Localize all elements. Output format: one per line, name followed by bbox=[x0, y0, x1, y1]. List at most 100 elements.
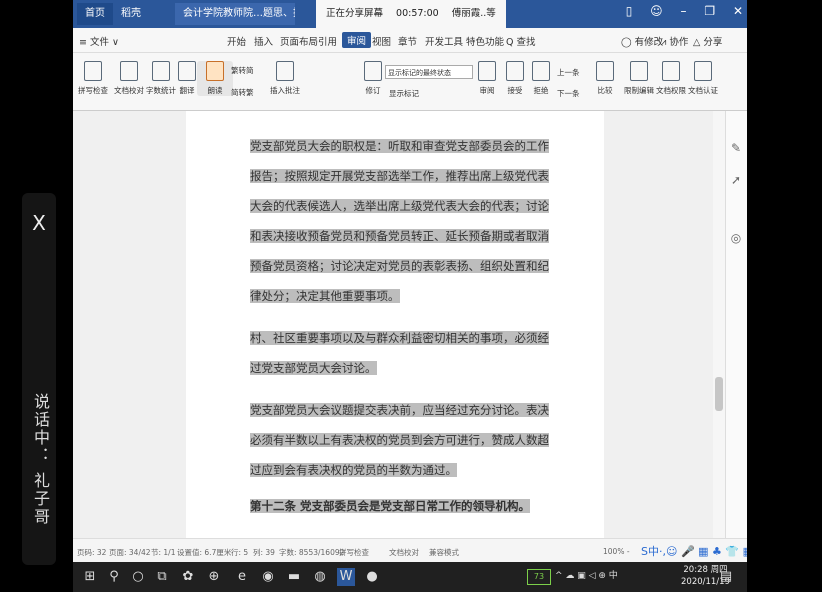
tab-docer[interactable]: 稻壳 bbox=[113, 3, 175, 25]
show-markup-button[interactable]: 显示标记 bbox=[389, 88, 419, 99]
tab-home[interactable]: 首页 bbox=[77, 3, 113, 25]
status-bar: 页码: 32 页面: 34/42 节: 1/1 设置值: 6.7厘米 行: 5 … bbox=[73, 538, 753, 563]
system-tray[interactable]: ^ ☁ ▣ ◁ ⊕ 中 bbox=[555, 568, 618, 581]
setting-value: 设置值: 6.7厘米 bbox=[177, 548, 232, 557]
compat-mode: 兼容模式 bbox=[429, 548, 459, 557]
notification-icon[interactable]: ▤ bbox=[717, 568, 735, 586]
word-count-icon bbox=[152, 61, 170, 81]
file-explorer-icon[interactable]: ▬ bbox=[285, 568, 303, 586]
document-area: 党支部党员大会的职权是：听取和审查党支部委员会的工作报告；按照规定开展党支部选举… bbox=[73, 111, 748, 538]
menu-developer[interactable]: 开发工具 bbox=[425, 34, 463, 48]
start-icon[interactable]: ⊞ bbox=[81, 568, 99, 586]
proof-icon bbox=[120, 61, 138, 81]
app-icon[interactable]: ● bbox=[363, 568, 381, 586]
zoom-level[interactable]: 100% - bbox=[603, 547, 630, 556]
proof-status[interactable]: 文档校对 bbox=[389, 547, 419, 558]
compare-button[interactable]: 比较 bbox=[587, 61, 623, 96]
comment-icon bbox=[276, 61, 294, 81]
spell-check-button[interactable]: 拼写检查 bbox=[75, 61, 111, 96]
restrict-editing-button[interactable]: 限制编辑 bbox=[621, 61, 657, 96]
share-button[interactable]: △ 分享 bbox=[693, 34, 722, 48]
doc-permission-button[interactable]: 文档权限 bbox=[653, 61, 689, 96]
translate-icon bbox=[178, 61, 196, 81]
doc-certify-button[interactable]: 文档认证 bbox=[685, 61, 721, 96]
screen-share-banner: 正在分享屏幕 00:57:00 傅丽霞..等15人正在观看 bbox=[316, 0, 506, 47]
insert-comment-button[interactable]: 插入批注 bbox=[267, 61, 303, 96]
app-icon[interactable]: ✿ bbox=[179, 568, 197, 586]
menu-insert[interactable]: 插入 bbox=[254, 34, 273, 48]
chrome-icon[interactable]: ◍ bbox=[311, 568, 329, 586]
section-info: 节: 1/1 bbox=[151, 548, 176, 557]
right-tool-panel: ✎ ➚ ◎ bbox=[725, 111, 748, 538]
previous-change-button[interactable]: 上一条 bbox=[557, 67, 580, 78]
restrict-icon bbox=[630, 61, 648, 81]
to-simplified-button[interactable]: 繁转简 bbox=[231, 65, 254, 76]
menu-start[interactable]: 开始 bbox=[227, 34, 246, 48]
spell-check-icon bbox=[84, 61, 102, 81]
read-aloud-button[interactable]: 朗读 bbox=[197, 61, 233, 96]
modified-status[interactable]: ◯ 有修改 bbox=[621, 34, 663, 48]
markup-view-select[interactable]: 显示标记的最终状态 bbox=[385, 65, 473, 79]
next-change-button[interactable]: 下一条 bbox=[557, 88, 580, 99]
title-bar: 首页 稻壳 会计学院教师院…题思、抓落实 正在分享屏幕 00:57:00 傅丽霞… bbox=[73, 0, 747, 47]
track-changes-icon bbox=[364, 61, 382, 81]
share-timer: 00:57:00 bbox=[396, 8, 439, 19]
compare-icon bbox=[596, 61, 614, 81]
page-number: 页码: 32 bbox=[77, 548, 107, 557]
app-icon[interactable]: ◉ bbox=[259, 568, 277, 586]
window-controls: ▯ ☺ – ❐ ✕ bbox=[612, 4, 743, 18]
ime-toolbar[interactable]: S中·,☺ 🎤 ▦ ♣ 👕 ▦ bbox=[641, 543, 753, 559]
pen-icon[interactable]: ✎ bbox=[729, 141, 743, 155]
help-icon[interactable]: ◎ bbox=[729, 231, 743, 245]
cortana-icon[interactable]: ○ bbox=[129, 568, 147, 586]
read-aloud-icon bbox=[206, 61, 224, 81]
avatar[interactable]: ☺ bbox=[650, 4, 663, 18]
speaking-label: 说话中： 礼子哥 bbox=[31, 393, 50, 527]
minimize-button[interactable]: – bbox=[681, 4, 687, 18]
sharing-status: 正在分享屏幕 bbox=[326, 8, 384, 19]
menu-review[interactable]: 审阅 bbox=[342, 32, 372, 48]
accept-icon bbox=[506, 61, 524, 81]
paragraph: 党支部党员大会的职权是：听取和审查党支部委员会的工作报告；按照规定开展党支部选举… bbox=[250, 139, 549, 303]
paragraph: 村、社区重要事项以及与群众利益密切相关的事项，必须经过党支部党员大会讨论。 bbox=[250, 331, 549, 375]
menu-view[interactable]: 视图 bbox=[372, 34, 391, 48]
scroll-thumb[interactable] bbox=[715, 377, 723, 411]
edge-icon[interactable]: e bbox=[233, 568, 251, 586]
menu-chapter[interactable]: 章节 bbox=[398, 34, 417, 48]
search-icon[interactable]: ⚲ bbox=[105, 568, 123, 586]
permission-icon bbox=[662, 61, 680, 81]
task-view-icon[interactable]: ⧉ bbox=[153, 568, 171, 586]
menu-file[interactable]: ≡ 文件 ∨ bbox=[79, 34, 119, 48]
wps-writer-window: 首页 稻壳 会计学院教师院…题思、抓落实 正在分享屏幕 00:57:00 傅丽霞… bbox=[73, 0, 753, 563]
reject-button[interactable]: 拒绝 bbox=[523, 61, 559, 96]
close-icon[interactable]: X bbox=[22, 211, 56, 235]
search-menu[interactable]: Q 查找 bbox=[506, 34, 536, 48]
battery-indicator[interactable]: 73 bbox=[527, 569, 551, 585]
menu-page-layout[interactable]: 页面布局 bbox=[280, 34, 318, 48]
close-button[interactable]: ✕ bbox=[733, 4, 743, 18]
app-icon[interactable]: ⊕ bbox=[205, 568, 223, 586]
col-info: 列: 39 bbox=[253, 548, 275, 557]
right-margin bbox=[747, 0, 822, 592]
pointer-icon[interactable]: ➚ bbox=[729, 173, 743, 187]
maximize-button[interactable]: ❐ bbox=[704, 4, 715, 18]
menu-special[interactable]: 特色功能 bbox=[466, 34, 504, 48]
spell-check-status[interactable]: 拼写检查 bbox=[339, 547, 369, 558]
wps-icon[interactable]: W bbox=[337, 568, 355, 586]
document-page[interactable]: 党支部党员大会的职权是：听取和审查党支部委员会的工作报告；按照规定开展党支部选举… bbox=[186, 111, 604, 538]
doc-proof-button[interactable]: 文档校对 bbox=[111, 61, 147, 96]
page-count[interactable]: 页面: 34/42 bbox=[109, 547, 151, 558]
menu-references[interactable]: 引用 bbox=[318, 34, 337, 48]
row-info: 行: 5 bbox=[231, 548, 249, 557]
word-count[interactable]: 字数: 8553/16092 bbox=[279, 547, 344, 558]
article-heading: 第十二条 党支部委员会是党支部日常工作的领导机构。 bbox=[250, 499, 531, 513]
collaborate-button[interactable]: ⩘ 协作 bbox=[661, 34, 688, 48]
meeting-speaker-panel: X 说话中： 礼子哥 bbox=[22, 193, 56, 565]
review-ribbon: 拼写检查 文档校对 字数统计 翻译 朗读 繁转简 简转繁 插入批注 修订 显示标… bbox=[73, 53, 747, 111]
to-traditional-button[interactable]: 简转繁 bbox=[231, 87, 254, 98]
layout-icon[interactable]: ▯ bbox=[626, 4, 633, 18]
vertical-scrollbar[interactable] bbox=[713, 111, 725, 538]
reject-icon bbox=[532, 61, 550, 81]
tab-document[interactable]: 会计学院教师院…题思、抓落实 bbox=[175, 3, 295, 25]
review-icon bbox=[478, 61, 496, 81]
